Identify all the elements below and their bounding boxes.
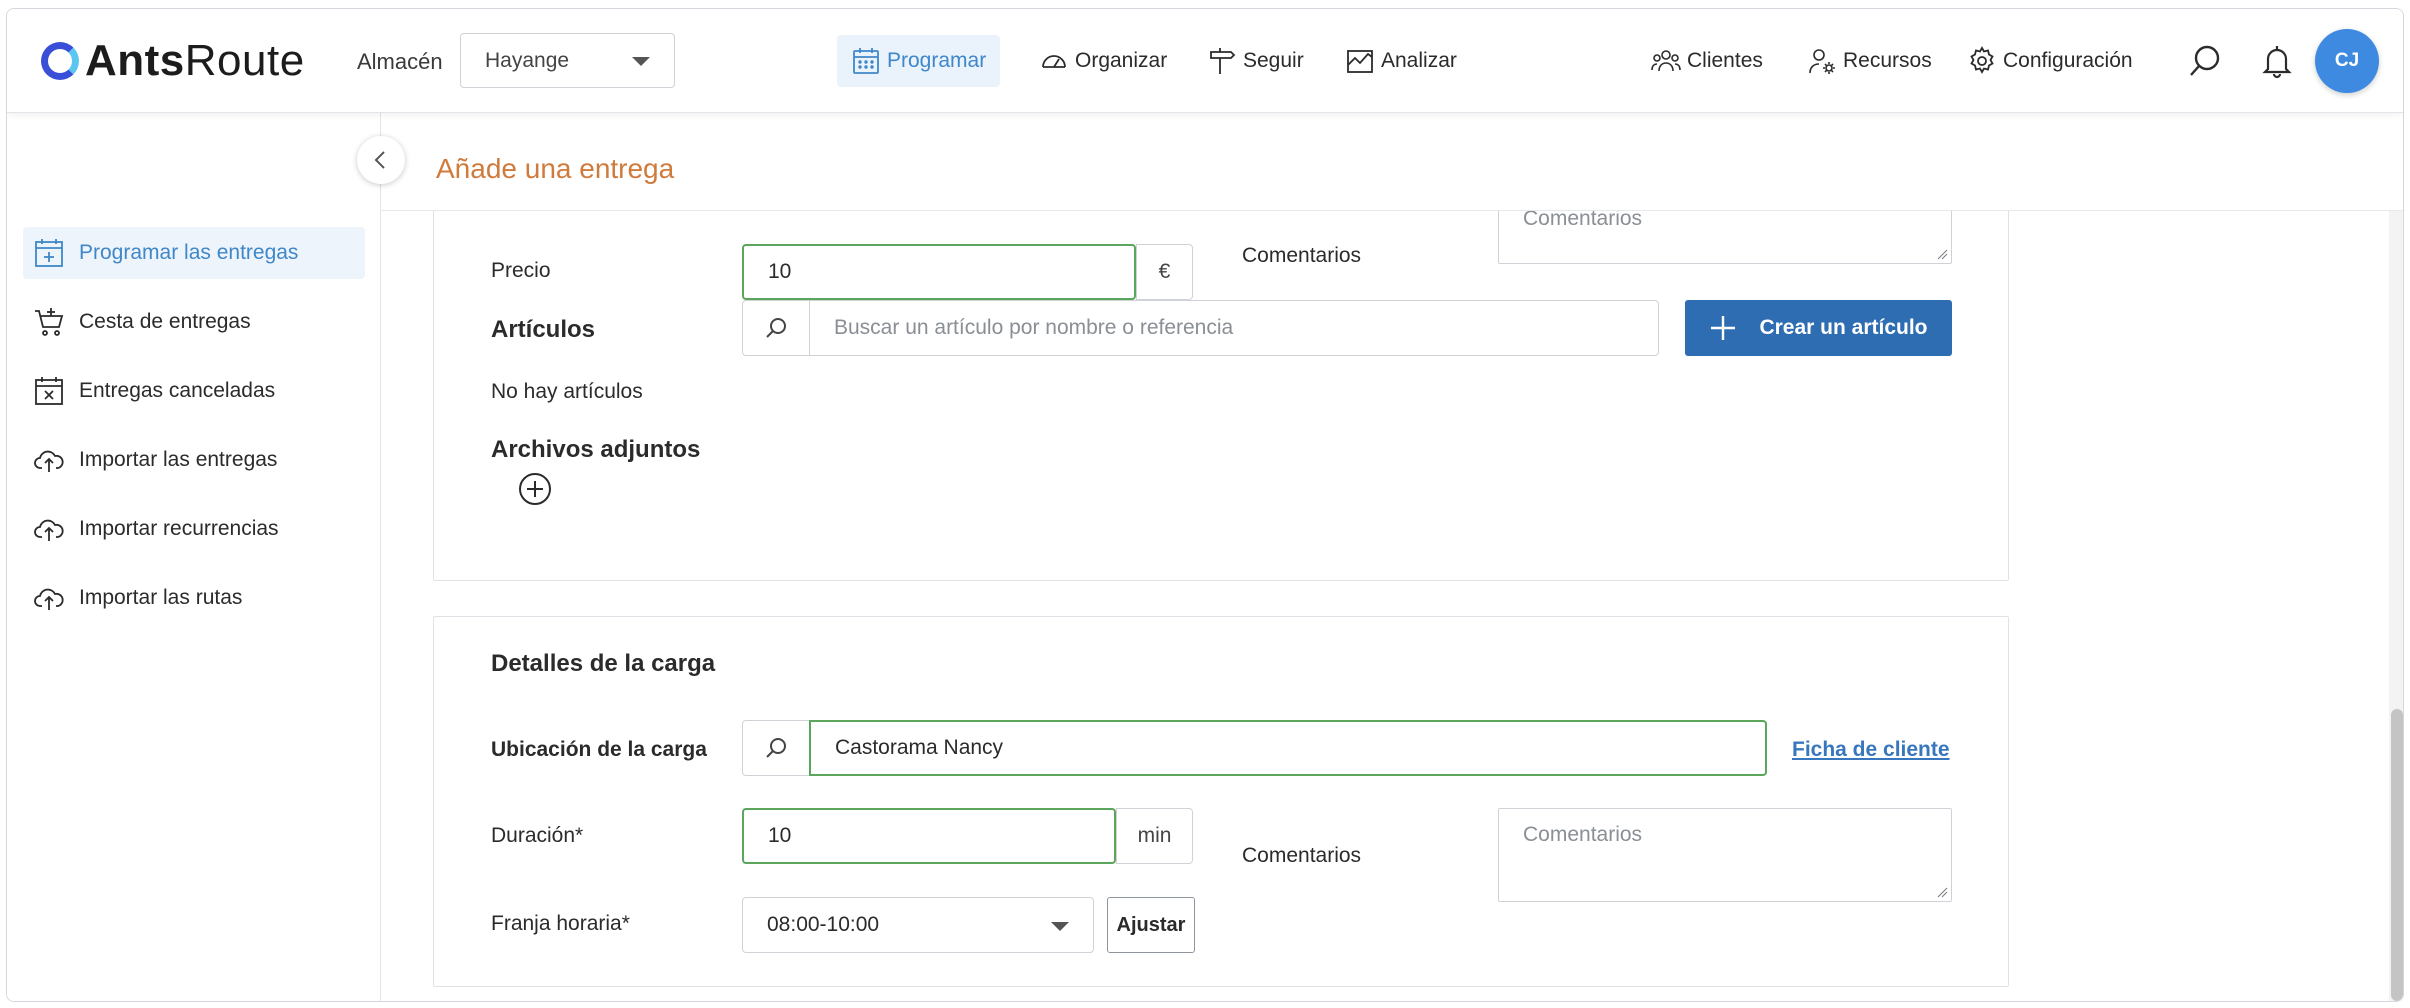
warehouse-select-value: Hayange bbox=[485, 48, 570, 72]
logo-mark-icon bbox=[41, 42, 79, 80]
search-icon bbox=[766, 318, 786, 338]
duration-label: Duración* bbox=[491, 824, 584, 847]
load-location-input[interactable]: Castorama Nancy bbox=[809, 720, 1767, 776]
chevron-left-icon bbox=[374, 151, 385, 169]
create-article-button[interactable]: Crear un artículo bbox=[1685, 300, 1952, 356]
warehouse-select[interactable]: Hayange bbox=[460, 33, 675, 88]
cloud-upload-icon bbox=[34, 450, 64, 472]
cart-icon bbox=[35, 308, 64, 336]
warehouse-label: Almacén bbox=[357, 49, 443, 74]
sidebar-item-importar-entregas[interactable]: Importar las entregas bbox=[23, 434, 365, 486]
sidebar-item-label: Importar las entregas bbox=[79, 448, 278, 471]
app-window: AntsRoute Almacén Hayange Programar Orga… bbox=[6, 8, 2404, 1002]
attachments-heading: Archivos adjuntos bbox=[491, 436, 701, 463]
page-title: Añade una entrega bbox=[436, 153, 675, 184]
nav-recursos-label: Recursos bbox=[1843, 49, 1932, 72]
sidebar-item-importar-recurrencias[interactable]: Importar recurrencias bbox=[23, 503, 365, 555]
nav-programar[interactable]: Programar bbox=[837, 35, 1001, 87]
main-content: Precio 10 € Comentarios Comentarios Artí… bbox=[381, 191, 2403, 1001]
search-icon[interactable] bbox=[2187, 43, 2223, 79]
nav-clientes-label: Clientes bbox=[1687, 49, 1763, 72]
user-avatar[interactable]: CJ bbox=[2315, 29, 2379, 93]
nav-organizar-label: Organizar bbox=[1075, 49, 1168, 72]
speedometer-icon bbox=[1042, 55, 1066, 68]
chevron-down-icon bbox=[1051, 922, 1069, 931]
article-search-input[interactable]: Buscar un artículo por nombre o referenc… bbox=[809, 300, 1659, 356]
calendar-icon bbox=[853, 48, 879, 74]
scrollbar-thumb[interactable] bbox=[2391, 709, 2403, 1001]
sidebar-item-importar-rutas[interactable]: Importar las rutas bbox=[23, 572, 365, 624]
search-icon bbox=[766, 738, 786, 758]
nav-recursos[interactable]: Recursos bbox=[1807, 35, 1932, 87]
load-location-search-addon bbox=[742, 720, 810, 776]
sidebar-item-programar-entregas[interactable]: Programar las entregas bbox=[23, 227, 365, 279]
timeslot-select[interactable]: 08:00-10:00 bbox=[742, 897, 1094, 953]
logo-text: AntsRoute bbox=[85, 36, 305, 85]
nav-analizar[interactable]: Analizar bbox=[1345, 35, 1457, 87]
chart-line-icon bbox=[1347, 50, 1373, 73]
page-title-bar: Añade una entrega bbox=[381, 113, 2403, 211]
cloud-upload-icon bbox=[34, 588, 64, 610]
top-header: AntsRoute Almacén Hayange Programar Orga… bbox=[7, 9, 2403, 113]
calendar-x-icon bbox=[35, 377, 63, 405]
timeslot-value: 08:00-10:00 bbox=[767, 913, 880, 936]
cloud-upload-icon bbox=[34, 519, 64, 541]
articles-heading: Artículos bbox=[491, 316, 596, 343]
currency-addon: € bbox=[1136, 244, 1193, 300]
duration-unit-addon: min bbox=[1116, 808, 1193, 864]
sidebar-item-label: Cesta de entregas bbox=[79, 310, 251, 333]
load-details-card: Detalles de la carga Ubicación de la car… bbox=[433, 616, 2009, 987]
adjust-button[interactable]: Ajustar bbox=[1107, 897, 1195, 953]
nav-seguir[interactable]: Seguir bbox=[1207, 35, 1304, 87]
nav-clientes[interactable]: Clientes bbox=[1651, 35, 1763, 87]
sidebar-collapse-button[interactable] bbox=[357, 136, 405, 184]
nav-configuracion[interactable]: Configuración bbox=[1967, 35, 2133, 87]
load-details-heading: Detalles de la carga bbox=[491, 650, 716, 677]
calendar-plus-icon bbox=[35, 239, 63, 267]
price-label: Precio bbox=[491, 259, 551, 282]
comments-label: Comentarios bbox=[1242, 244, 1362, 267]
nav-programar-label: Programar bbox=[887, 49, 987, 72]
load-comments-label: Comentarios bbox=[1242, 844, 1362, 867]
chevron-down-icon bbox=[632, 57, 650, 66]
sidebar: Programar las entregas Cesta de entregas… bbox=[7, 113, 381, 1001]
sidebar-item-entregas-canceladas[interactable]: Entregas canceladas bbox=[23, 365, 365, 417]
nav-analizar-label: Analizar bbox=[1381, 49, 1457, 72]
sidebar-item-label: Entregas canceladas bbox=[79, 379, 276, 402]
signpost-icon bbox=[1210, 48, 1236, 74]
nav-seguir-label: Seguir bbox=[1243, 49, 1304, 72]
nav-organizar[interactable]: Organizar bbox=[1039, 35, 1167, 87]
price-input[interactable]: 10 bbox=[742, 244, 1136, 300]
timeslot-label: Franja horaria* bbox=[491, 912, 630, 935]
load-comments-textarea[interactable]: Comentarios bbox=[1498, 808, 1952, 902]
antsroute-logo[interactable]: AntsRoute bbox=[41, 36, 305, 85]
bell-icon[interactable] bbox=[2259, 43, 2295, 79]
users-icon bbox=[1651, 50, 1681, 72]
client-record-link[interactable]: Ficha de cliente bbox=[1792, 738, 1950, 762]
sidebar-item-cesta-entregas[interactable]: Cesta de entregas bbox=[23, 296, 365, 348]
no-articles-text: No hay artículos bbox=[491, 380, 643, 403]
article-search-icon-addon bbox=[742, 300, 810, 356]
resize-grip-icon[interactable] bbox=[1936, 886, 1948, 898]
plus-icon bbox=[1711, 316, 1736, 340]
resize-grip-icon[interactable] bbox=[1936, 248, 1948, 260]
delivery-details-card: Precio 10 € Comentarios Comentarios Artí… bbox=[433, 191, 2009, 581]
sidebar-item-label: Importar recurrencias bbox=[79, 517, 279, 540]
nav-configuracion-label: Configuración bbox=[2003, 49, 2133, 72]
duration-input[interactable]: 10 bbox=[742, 808, 1116, 864]
sidebar-item-label: Importar las rutas bbox=[79, 586, 243, 609]
load-location-label: Ubicación de la carga bbox=[491, 738, 707, 761]
create-article-label: Crear un artículo bbox=[1759, 316, 1928, 339]
load-comments-placeholder: Comentarios bbox=[1523, 823, 1643, 846]
gear-icon bbox=[1970, 46, 1994, 74]
sidebar-item-label: Programar las entregas bbox=[79, 241, 299, 264]
user-gear-icon bbox=[1809, 49, 1835, 74]
add-attachment-icon[interactable] bbox=[518, 472, 552, 506]
